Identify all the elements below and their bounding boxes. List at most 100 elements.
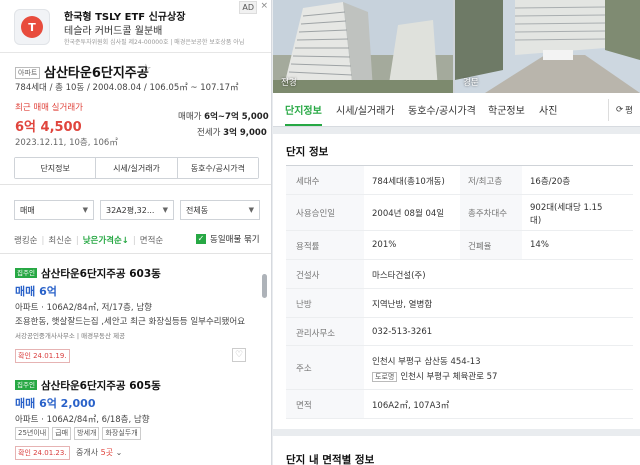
info-value: 지역난방, 열병합 [372, 300, 433, 310]
recent-trade-date: 2023.12.11, 10층, 106㎡ [15, 138, 118, 148]
info-label: 건폐율 [468, 242, 492, 252]
listing-title[interactable]: 삼산타운6단지주공 603동 [41, 266, 161, 281]
same-listing-label: 동일매물 묶기 [210, 235, 260, 245]
ad-logo: T [14, 9, 50, 45]
listing-panel: T 한국형 TSLY ETF 신규상장 테슬라 커버드콜 월분배 한국준투자위원… [0, 0, 272, 465]
road-address-value: 인천시 부평구 체육관로 57 [400, 372, 498, 382]
photo-overview[interactable]: 전경 [273, 0, 453, 93]
tab-school[interactable]: 학군정보 [488, 102, 525, 117]
chevron-down-icon: ⌄ [115, 448, 123, 457]
jeonse-value: 3억 9,000 [223, 128, 267, 138]
info-label: 주소 [296, 364, 312, 374]
info-label: 건설사 [296, 271, 320, 281]
info-label: 관리사무소 [296, 329, 336, 339]
info-value: 마스타건설(주) [372, 271, 426, 281]
info-value: 201% [372, 240, 397, 250]
ad-badge: AD [239, 1, 257, 14]
info-label: 용적률 [296, 242, 320, 252]
tab-photos[interactable]: 사진 [539, 102, 557, 117]
app-root: T 한국형 TSLY ETF 신규상장 테슬라 커버드콜 월분배 한국준투자위원… [0, 0, 640, 465]
info-label: 면적 [296, 401, 312, 411]
listing-desc: 조용한동, 햇살잘드는집 ,세안고 최근 화장실등등 일부수리됐어요 [15, 317, 246, 327]
list-scrollbar[interactable] [262, 274, 267, 298]
road-tag: 도로명 [372, 372, 398, 382]
complex-info-section: 단지 정보 세대수 784세대(총10개동) 저/최고층 16층/20층 사용승… [273, 134, 640, 429]
sort-area[interactable]: 면적순 [140, 236, 163, 246]
heart-icon[interactable]: ♡ [232, 348, 246, 362]
listing-price: 매매 6억 2,000 [15, 397, 96, 410]
dong-value: 전체동 [186, 205, 209, 215]
sort-options: 랭킹순 | 최신순 | 낮은가격순↓ | 면적순 [14, 236, 164, 246]
info-table: 세대수 784세대(총10개동) 저/최고층 16층/20층 사용승인일 200… [286, 165, 633, 419]
complex-meta: 784세대 / 총 10동 / 2004.08.04 / 106.05㎡ ~ 1… [15, 83, 239, 93]
sort-ranking[interactable]: 랭킹순 [14, 236, 37, 246]
unit-price-button[interactable]: 동호수/공시가격 [177, 158, 258, 178]
pyeong-label: 평 [625, 106, 633, 116]
tab-unit-price[interactable]: 동호수/공시가격 [408, 102, 476, 117]
price-history-button[interactable]: 시세/실거래가 [96, 158, 178, 178]
info-row: 용적률 201% 건폐율 14% [286, 231, 633, 260]
recent-trade-price: 6억 4,500 [15, 120, 82, 135]
confirm-date-badge: 확인 24.01.23. [15, 446, 70, 460]
listing-spec: 아파트 · 106A2/84㎡, 저/17층, 남향 [15, 303, 152, 313]
same-listing-checkbox[interactable]: ✓ 동일매물 묶기 [196, 233, 260, 245]
complex-info-button[interactable]: 단지정보 [15, 158, 97, 178]
feature-chip: 화장실두개 [102, 427, 141, 440]
dong-select[interactable]: 전체동 ▼ [180, 200, 260, 220]
info-label: 총주차대수 [468, 209, 508, 219]
tab-complex-info[interactable]: 단지정보 [285, 102, 322, 117]
info-value: 032-513-3261 [372, 327, 433, 337]
entrance-photo-icon [455, 0, 640, 93]
trade-type-select[interactable]: 매매 ▼ [14, 200, 94, 220]
info-value: 784세대(총10개동) [372, 177, 445, 187]
listing-title[interactable]: 삼산타운6단지주공 605동 [41, 378, 161, 393]
summary-buttons: 단지정보 시세/실거래가 동호수/공시가격 [14, 157, 259, 179]
info-label: 난방 [296, 300, 312, 310]
jeonse-label: 전세가 [197, 128, 221, 138]
chevron-down-icon: ▼ [248, 206, 254, 214]
sort-lowest-price[interactable]: 낮은가격순↓ [83, 236, 129, 246]
info-row: 면적 106A2㎡, 107A3㎡ [286, 390, 633, 419]
info-row: 관리사무소 032-513-3261 [286, 318, 633, 346]
size-value: 32A2평,32... [106, 205, 155, 215]
info-row: 건설사 마스타건설(주) [286, 260, 633, 289]
info-value: 106A2㎡, 107A3㎡ [372, 401, 450, 411]
jeonse-range: 전세가 3억 9,000 [197, 126, 267, 138]
info-row: 세대수 784세대(총10개동) 저/최고층 16층/20층 [286, 166, 633, 195]
ad-close-icon[interactable]: × [260, 1, 268, 12]
ad-title[interactable]: 한국형 TSLY ETF 신규상장 [64, 8, 185, 23]
complex-summary: 아파트 삼산타운6단지주공 ☆ 784세대 / 총 10동 / 2004.08.… [0, 53, 271, 185]
photo-strip: 전경 경문 [273, 0, 640, 93]
checkbox-checked-icon: ✓ [196, 234, 206, 244]
refresh-icon: ⟳ [616, 105, 624, 115]
size-select[interactable]: 32A2평,32... ▼ [100, 200, 174, 220]
section-title: 단지 내 면적별 정보 [286, 454, 375, 465]
ad-banner[interactable]: T 한국형 TSLY ETF 신규상장 테슬라 커버드콜 월분배 한국준투자위원… [0, 0, 271, 53]
complex-title: 삼산타운6단지주공 [44, 66, 149, 81]
owner-badge: 집주인 [15, 380, 37, 390]
info-value: 14% [530, 240, 549, 250]
pyeong-toggle-button[interactable]: ⟳ 평 [608, 99, 640, 121]
favorite-star-icon[interactable]: ☆ [140, 62, 152, 77]
info-row: 주소 인천시 부평구 삼산동 454-13 도로명 인천시 부평구 체육관로 57 [286, 346, 633, 390]
feature-chip: 25년이내 [15, 427, 50, 440]
listing-item[interactable]: 집주인 삼산타운6단지주공 605동 매매 6억 2,000 아파트 · 106… [0, 380, 258, 465]
listing-price: 매매 6억 [15, 285, 57, 298]
ad-subtitle: 테슬라 커버드콜 월분배 [64, 26, 163, 37]
road-address: 도로명 인천시 부평구 체육관로 57 [372, 370, 497, 382]
maemae-label: 매매가 [178, 112, 202, 122]
type-tag: 아파트 [15, 67, 41, 79]
recent-trade-label: 최근 매매 실거래가 [15, 103, 83, 113]
agent-count-toggle[interactable]: 중개사 5곳 ⌄ [76, 447, 122, 458]
filter-bar: 매매 ▼ 32A2평,32... ▼ 전체동 ▼ 랭킹순 | 최신순 | 낮은가격순↓ | 면적순… [0, 190, 271, 250]
active-tab-indicator [285, 124, 322, 126]
photo-entrance[interactable]: 경문 [455, 0, 640, 93]
tab-price-history[interactable]: 시세/실거래가 [336, 102, 395, 117]
maemae-value: 6억~7억 5,000 [204, 112, 269, 122]
confirm-date-badge: 확인 24.01.19. [15, 349, 70, 363]
listing-item[interactable]: 집주인 삼산타운6단지주공 603동 매매 6억 아파트 · 106A2/84㎡… [0, 268, 258, 368]
photo-label: 전경 [281, 78, 297, 88]
feature-chip: 급매 [52, 427, 72, 440]
sort-latest[interactable]: 최신순 [48, 236, 71, 246]
maemae-range: 매매가 6억~7억 5,000 [178, 110, 269, 122]
